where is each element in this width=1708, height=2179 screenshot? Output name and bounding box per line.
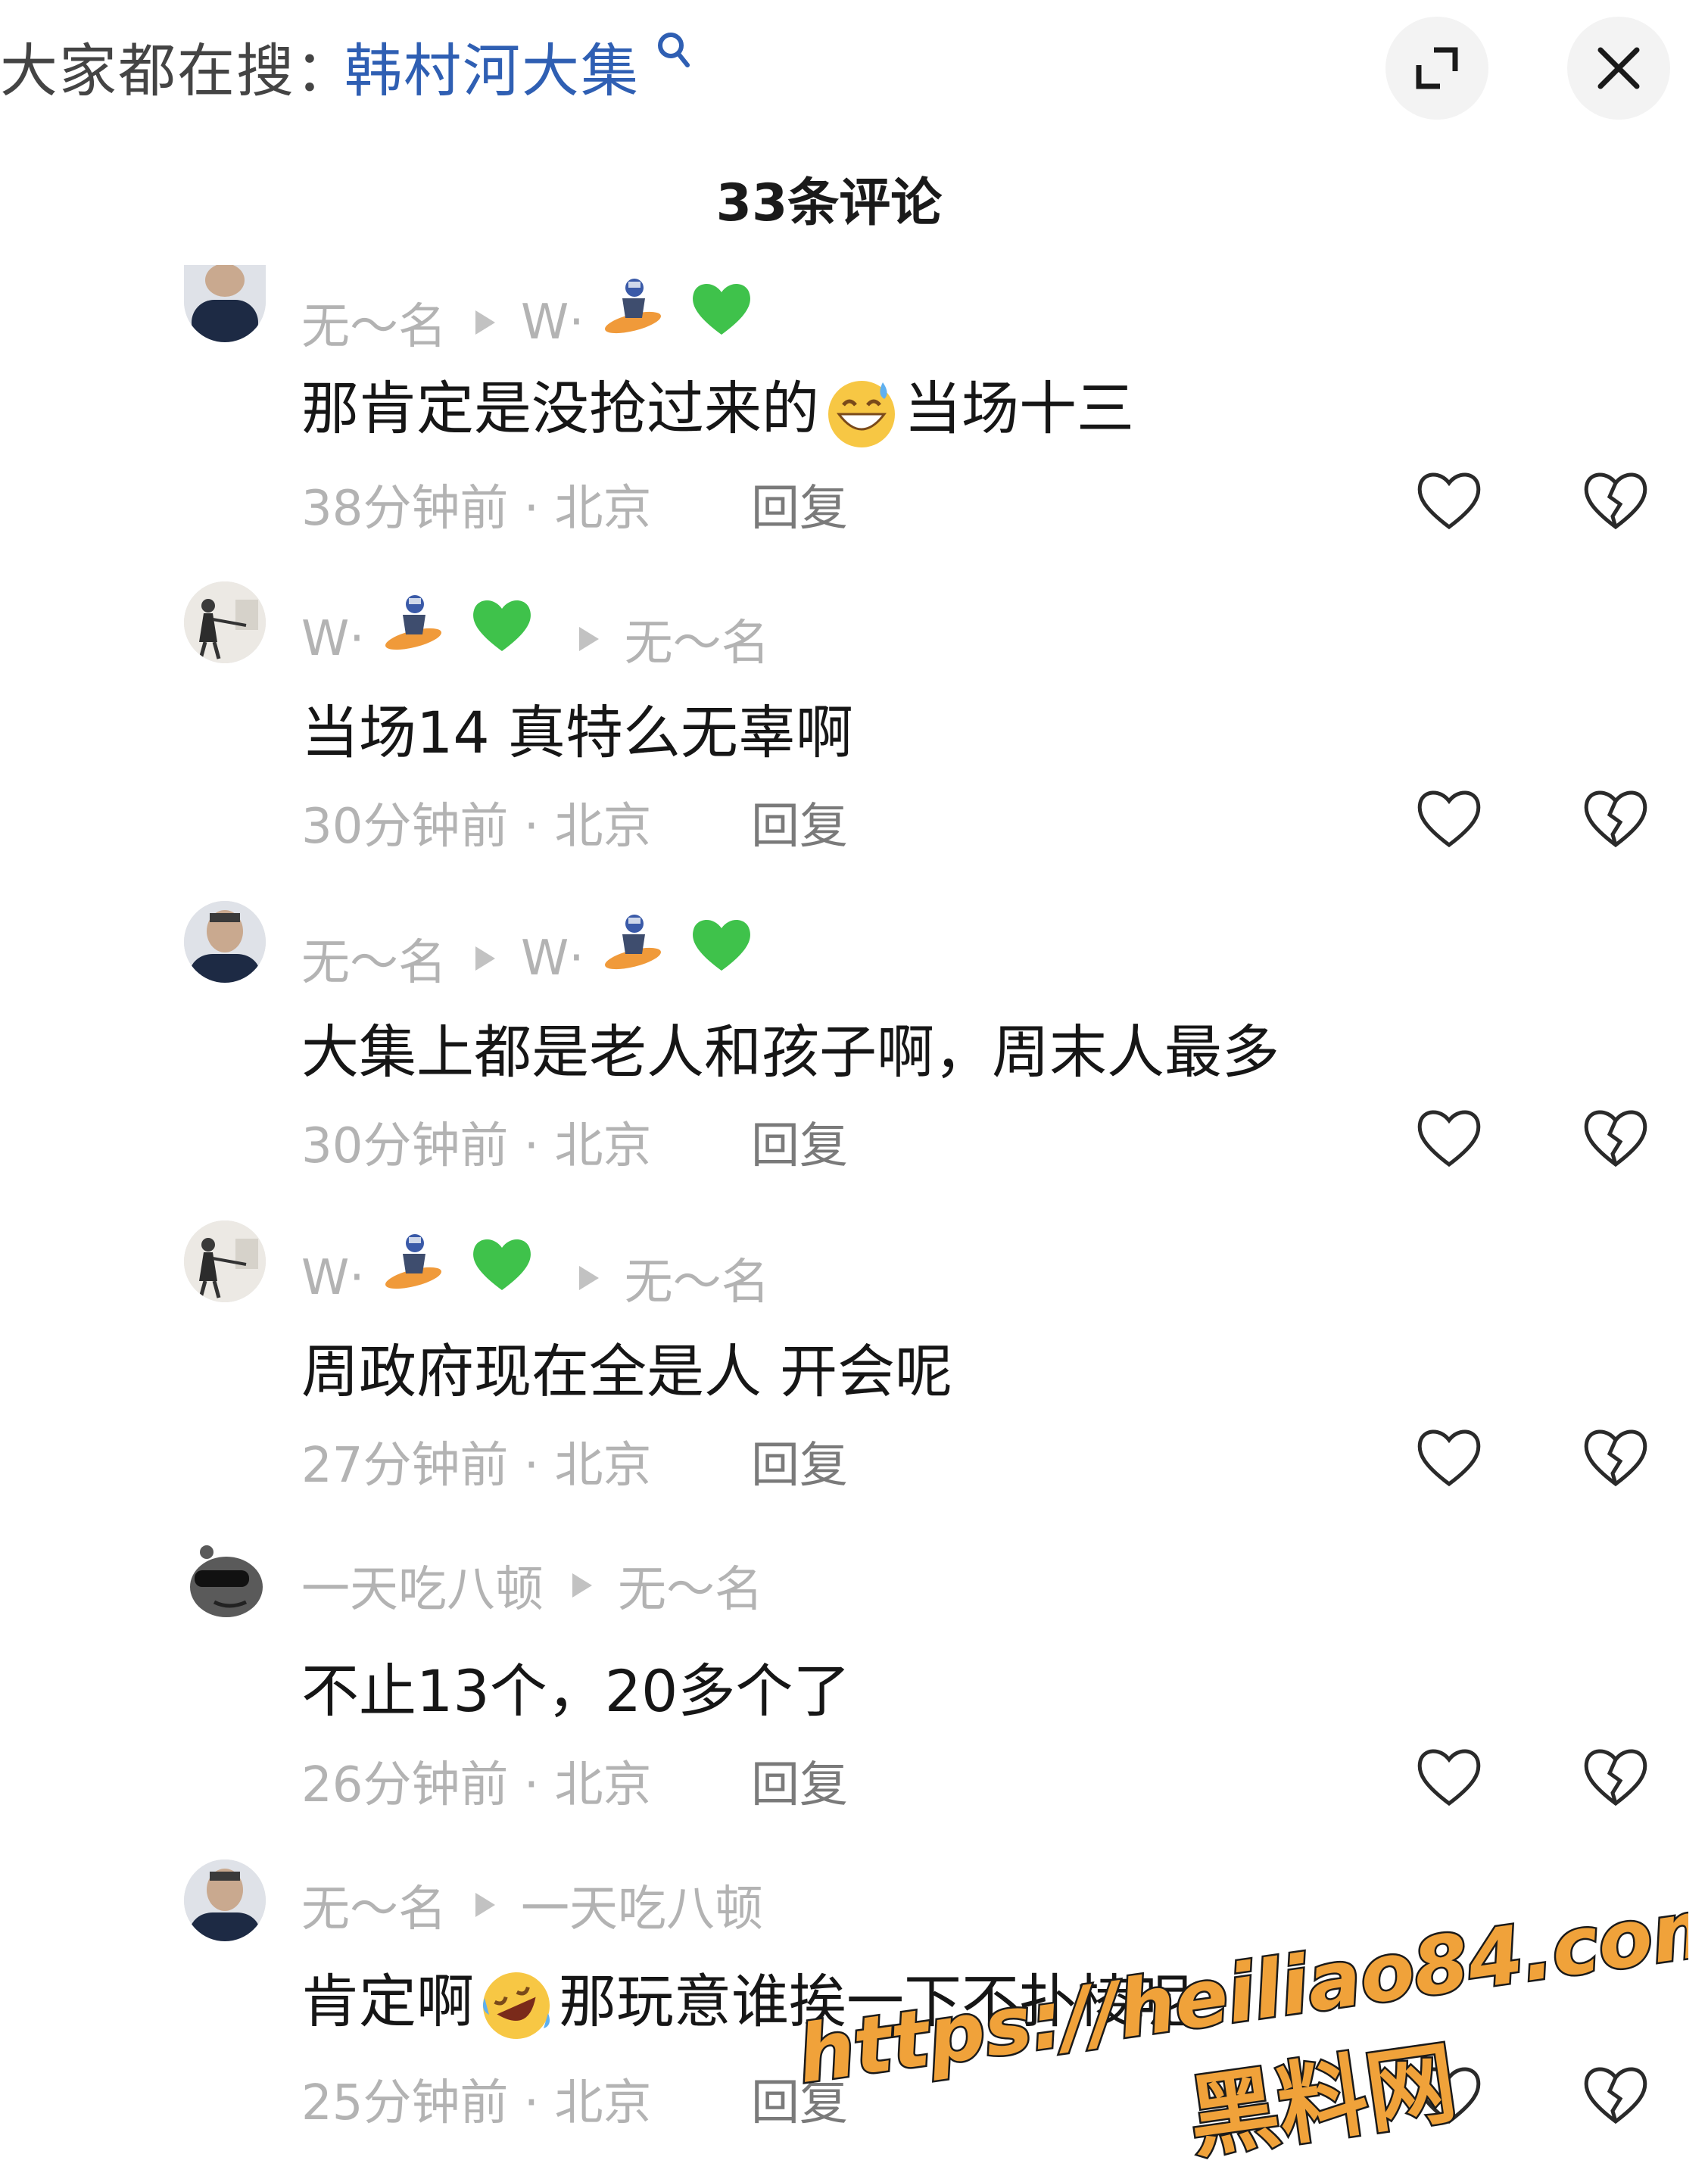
comment-item: W· 无～名 周政府现在全是人 开会呢 27分钟前 · 北京 回复 xyxy=(0,1220,1708,1540)
reply-arrow-icon xyxy=(475,1893,495,1917)
comment-text: 周政府现在全是人 开会呢 xyxy=(301,1338,953,1405)
reply-button[interactable]: 回复 xyxy=(751,1107,848,1177)
comment-item: 无～名 W· 大集上都是老人和孩子啊，周末人最多 30分钟前 · 北京 回复 xyxy=(0,901,1708,1220)
author-name[interactable]: 无～名 xyxy=(301,924,447,993)
author-name[interactable]: 无～名 xyxy=(301,1870,447,1940)
comment-names: 无～名 W· xyxy=(301,276,754,355)
close-button[interactable] xyxy=(1567,17,1670,120)
reply-arrow-icon xyxy=(475,310,495,335)
reply-to-name[interactable]: W· xyxy=(521,295,584,351)
close-icon xyxy=(1597,47,1640,89)
comment-names: 一天吃八顿 无～名 xyxy=(301,1551,763,1618)
avatar[interactable] xyxy=(184,1220,266,1302)
reply-button[interactable]: 回复 xyxy=(751,1426,848,1496)
green-heart-emoji xyxy=(473,600,531,651)
reply-to-name[interactable]: 一天吃八顿 xyxy=(521,1870,763,1940)
avatar[interactable] xyxy=(184,1859,266,1941)
heart-outline-icon[interactable] xyxy=(1414,1744,1484,1808)
reply-button[interactable]: 回复 xyxy=(751,787,848,857)
comment-text: 当场14 真特么无辜啊 xyxy=(301,699,853,766)
comment-time-location: 30分钟前 · 北京 xyxy=(301,1118,652,1174)
snowboarder-emoji xyxy=(605,915,661,970)
avatar[interactable] xyxy=(184,265,266,342)
broken-heart-icon[interactable] xyxy=(1581,468,1650,532)
comment-time-location: 27分钟前 · 北京 xyxy=(301,1438,652,1494)
top-bar: 大家都在搜： 韩村河大集 xyxy=(0,0,1708,129)
author-name[interactable]: W· xyxy=(301,1250,365,1306)
heart-outline-icon[interactable] xyxy=(1414,786,1484,849)
reply-button[interactable]: 回复 xyxy=(751,469,848,539)
comment-time-location: 30分钟前 · 北京 xyxy=(301,799,652,855)
broken-heart-icon[interactable] xyxy=(1581,1105,1650,1169)
reply-to-name[interactable]: 无～名 xyxy=(625,604,770,674)
snowboarder-emoji xyxy=(385,1234,441,1289)
rolling-laughing-emoji xyxy=(483,1972,550,2039)
reply-arrow-icon xyxy=(578,1266,599,1291)
expand-button[interactable] xyxy=(1385,17,1488,120)
author-name[interactable]: W· xyxy=(301,611,365,667)
heart-outline-icon[interactable] xyxy=(1414,2062,1484,2126)
comment-names: 无～名 一天吃八顿 xyxy=(301,1870,763,1937)
avatar[interactable] xyxy=(184,901,266,983)
heart-outline-icon[interactable] xyxy=(1414,468,1484,532)
comment-names: 无～名 W· xyxy=(301,912,754,991)
comment-text: 那肯定是没抢过来的 当场十三 xyxy=(301,362,1134,450)
search-suggestion-link[interactable]: 韩村河大集 xyxy=(344,24,640,108)
comment-names: W· 无～名 xyxy=(301,1231,770,1311)
comment-time-location: 38分钟前 · 北京 xyxy=(301,481,652,537)
comment-item: 无～名 W· 那肯定是没抢过来的 当场十三 38分钟前 · 北京 回复 xyxy=(0,265,1708,584)
broken-heart-icon[interactable] xyxy=(1581,1425,1650,1489)
comment-text: 大集上都是老人和孩子啊，周末人最多 xyxy=(301,1018,1279,1086)
green-heart-emoji xyxy=(693,919,751,971)
avatar[interactable] xyxy=(184,581,266,663)
search-icon[interactable] xyxy=(656,30,690,70)
reply-to-name[interactable]: W· xyxy=(521,931,584,987)
expand-icon xyxy=(1416,47,1458,89)
green-heart-emoji xyxy=(473,1239,531,1290)
comment-time-location: 26分钟前 · 北京 xyxy=(301,1757,652,1813)
heart-outline-icon[interactable] xyxy=(1414,1105,1484,1169)
comment-item: W· 无～名 当场14 真特么无辜啊 30分钟前 · 北京 回复 xyxy=(0,581,1708,901)
comment-text: 肯定啊 那玩意谁挨一下不扑棱呢 xyxy=(301,1955,1192,2043)
reply-to-name[interactable]: 无～名 xyxy=(618,1551,763,1620)
comment-item: 一天吃八顿 无～名 不止13个，20多个了 26分钟前 · 北京 回复 xyxy=(0,1540,1708,1859)
comment-names: W· 无～名 xyxy=(301,592,770,672)
reply-arrow-icon xyxy=(475,946,495,971)
snowboarder-emoji xyxy=(385,595,441,650)
heart-outline-icon[interactable] xyxy=(1414,1425,1484,1489)
snowboarder-emoji xyxy=(605,279,661,334)
broken-heart-icon[interactable] xyxy=(1581,1744,1650,1808)
comment-item: 无～名 一天吃八顿 肯定啊 那玩意谁挨一下不扑棱呢 25分钟前 · 北京 回复 xyxy=(0,1859,1708,2179)
search-prefix: 大家都在搜： xyxy=(0,37,354,104)
author-name[interactable]: 一天吃八顿 xyxy=(301,1551,544,1620)
broken-heart-icon[interactable] xyxy=(1581,786,1650,849)
comment-time-location: 25分钟前 · 北京 xyxy=(301,2075,652,2131)
reply-to-name[interactable]: 无～名 xyxy=(625,1243,770,1313)
reply-arrow-icon xyxy=(578,627,599,652)
reply-button[interactable]: 回复 xyxy=(751,2064,848,2134)
grinning-sweat-emoji xyxy=(828,381,895,447)
comment-text: 不止13个，20多个了 xyxy=(301,1657,851,1725)
author-name[interactable]: 无～名 xyxy=(301,288,447,357)
green-heart-emoji xyxy=(693,283,751,335)
broken-heart-icon[interactable] xyxy=(1581,2062,1650,2126)
comment-count-title: 33条评论 xyxy=(715,173,943,233)
reply-arrow-icon xyxy=(572,1573,592,1598)
reply-button[interactable]: 回复 xyxy=(751,1746,848,1816)
avatar[interactable] xyxy=(184,1540,266,1622)
